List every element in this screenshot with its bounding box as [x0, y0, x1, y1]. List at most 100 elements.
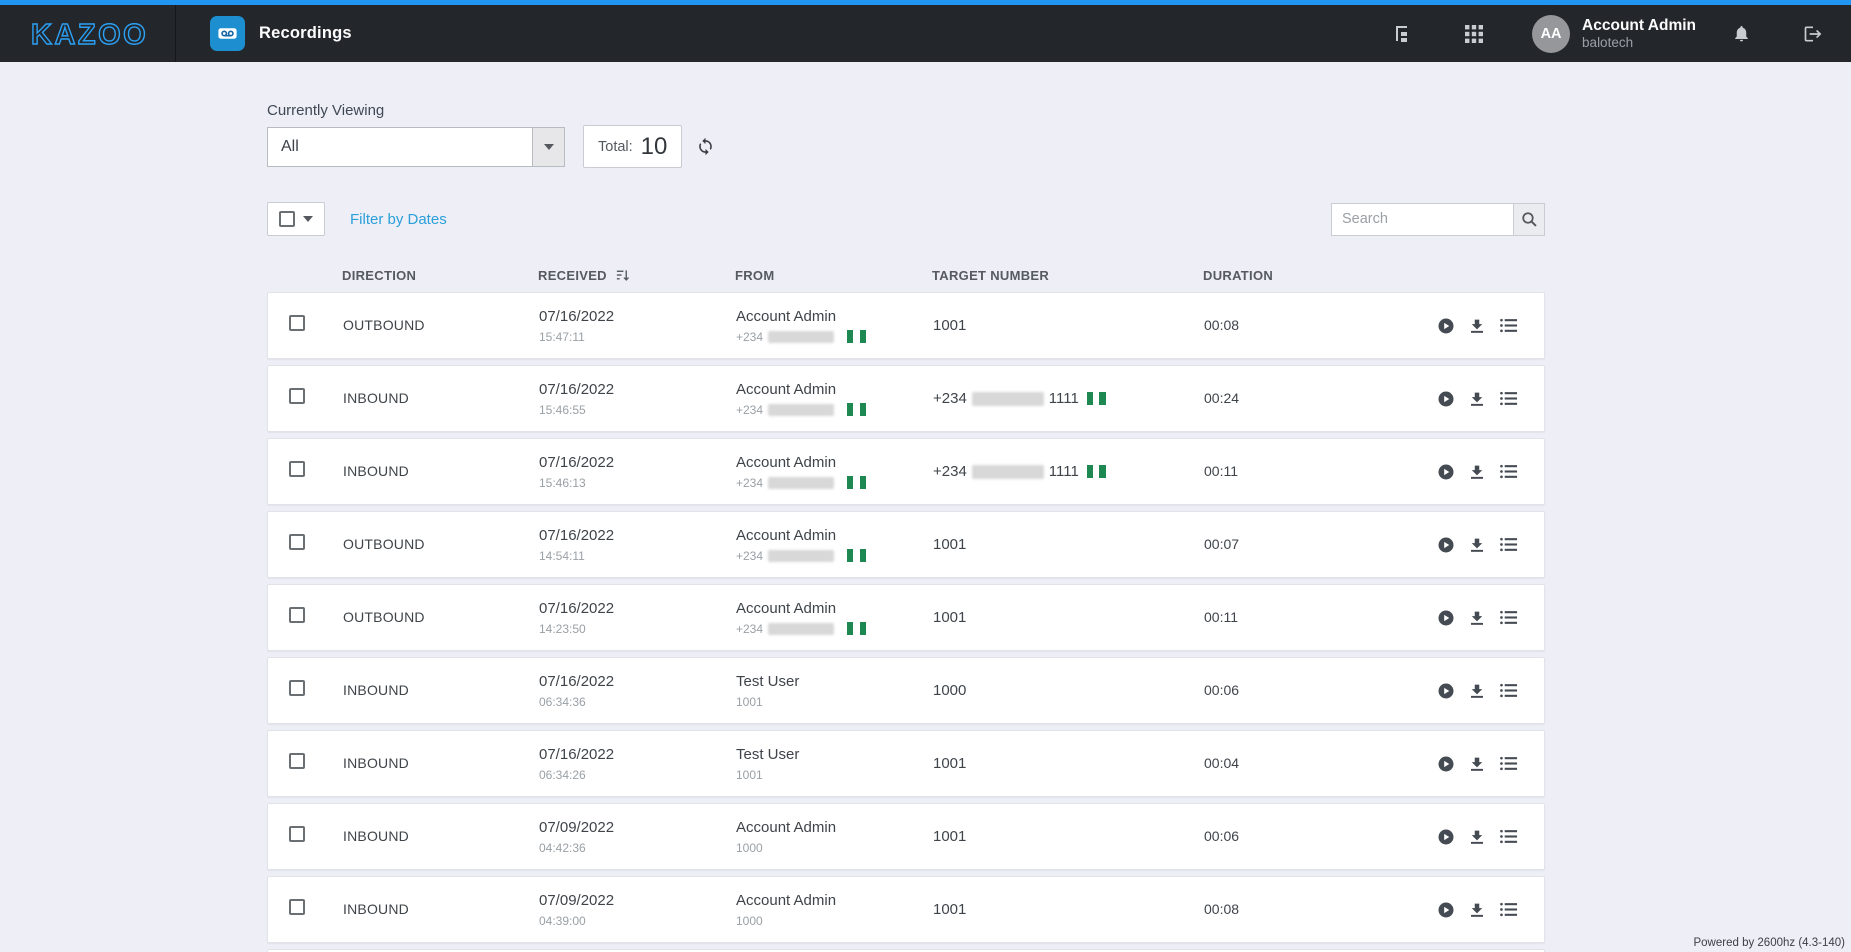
- nigeria-flag-icon: [847, 476, 866, 489]
- refresh-button[interactable]: [696, 137, 715, 159]
- bell-icon: [1732, 24, 1751, 43]
- recordings-app-icon: [210, 16, 245, 51]
- from-name: Account Admin: [736, 600, 933, 617]
- play-recording-button[interactable]: [1437, 754, 1455, 773]
- received-time: 04:42:36: [539, 841, 736, 855]
- row-checkbox[interactable]: [289, 315, 305, 331]
- column-header-duration: DURATION: [1203, 268, 1417, 283]
- search-icon: [1521, 211, 1538, 228]
- row-checkbox[interactable]: [289, 826, 305, 842]
- download-icon: [1468, 463, 1486, 481]
- list-icon: [1499, 535, 1518, 554]
- column-header-direction: DIRECTION: [342, 268, 538, 283]
- nigeria-flag-icon: [847, 549, 866, 562]
- details-button[interactable]: [1499, 754, 1518, 773]
- navbar: KAZOO Recordings: [0, 5, 1851, 62]
- details-button[interactable]: [1499, 535, 1518, 554]
- column-header-received: RECEIVED: [538, 268, 607, 283]
- currently-viewing-select[interactable]: All: [267, 127, 565, 167]
- row-checkbox[interactable]: [289, 388, 305, 404]
- nigeria-flag-icon: [847, 403, 866, 416]
- play-recording-button[interactable]: [1437, 608, 1455, 627]
- select-all-checkbox[interactable]: [279, 211, 295, 227]
- direction-value: OUTBOUND: [343, 609, 425, 625]
- play-recording-button[interactable]: [1437, 535, 1455, 554]
- from-number: +234: [736, 330, 763, 344]
- user-menu[interactable]: AA Account Admin balotech: [1510, 15, 1706, 53]
- download-recording-button[interactable]: [1468, 389, 1486, 408]
- download-recording-button[interactable]: [1468, 316, 1486, 335]
- details-button[interactable]: [1499, 608, 1518, 627]
- total-label: Total:: [598, 139, 633, 155]
- play-icon: [1437, 755, 1455, 773]
- play-recording-button[interactable]: [1437, 389, 1455, 408]
- row-checkbox[interactable]: [289, 461, 305, 477]
- download-recording-button[interactable]: [1468, 827, 1486, 846]
- download-recording-button[interactable]: [1468, 900, 1486, 919]
- row-checkbox[interactable]: [289, 534, 305, 550]
- play-icon: [1437, 609, 1455, 627]
- duration-value: 00:11: [1204, 463, 1238, 479]
- details-button[interactable]: [1499, 900, 1518, 919]
- nigeria-flag-icon: [847, 622, 866, 635]
- received-date: 07/16/2022: [539, 454, 736, 471]
- account-hierarchy-button[interactable]: [1366, 5, 1438, 62]
- from-name: Test User: [736, 673, 933, 690]
- from-name: Account Admin: [736, 381, 933, 398]
- table-row: INBOUND 07/09/2022 04:42:36 Account Admi…: [267, 803, 1545, 870]
- received-time: 14:54:11: [539, 549, 736, 563]
- download-recording-button[interactable]: [1468, 681, 1486, 700]
- filter-by-dates-link[interactable]: Filter by Dates: [350, 211, 447, 228]
- search-input[interactable]: [1331, 203, 1513, 236]
- play-icon: [1437, 536, 1455, 554]
- play-recording-button[interactable]: [1437, 462, 1455, 481]
- play-recording-button[interactable]: [1437, 681, 1455, 700]
- row-checkbox[interactable]: [289, 680, 305, 696]
- details-button[interactable]: [1499, 462, 1518, 481]
- play-icon: [1437, 317, 1455, 335]
- play-icon: [1437, 828, 1455, 846]
- select-dropdown-button[interactable]: [532, 128, 564, 166]
- download-recording-button[interactable]: [1468, 608, 1486, 627]
- play-recording-button[interactable]: [1437, 827, 1455, 846]
- play-recording-button[interactable]: [1437, 900, 1455, 919]
- chevron-down-icon: [544, 144, 554, 150]
- download-recording-button[interactable]: [1468, 754, 1486, 773]
- list-icon: [1499, 316, 1518, 335]
- details-button[interactable]: [1499, 389, 1518, 408]
- redacted-number: [768, 550, 834, 562]
- apps-button[interactable]: [1438, 5, 1510, 62]
- details-button[interactable]: [1499, 316, 1518, 335]
- play-recording-button[interactable]: [1437, 316, 1455, 335]
- received-date: 07/16/2022: [539, 527, 736, 544]
- row-checkbox[interactable]: [289, 607, 305, 623]
- user-name: Account Admin: [1582, 16, 1696, 35]
- search-button[interactable]: [1513, 203, 1545, 236]
- row-checkbox[interactable]: [289, 899, 305, 915]
- select-all-dropdown[interactable]: [267, 202, 325, 236]
- kazoo-logo[interactable]: KAZOO: [0, 5, 176, 62]
- duration-value: 00:07: [1204, 536, 1239, 552]
- chevron-down-icon: [303, 216, 313, 222]
- currently-viewing-value: All: [281, 138, 299, 156]
- table-header-row: DIRECTION RECEIVED FROM TARGET NUMBER DU…: [267, 260, 1545, 290]
- logout-button[interactable]: [1777, 5, 1833, 62]
- currently-viewing-label: Currently Viewing: [267, 102, 1545, 119]
- details-button[interactable]: [1499, 827, 1518, 846]
- received-date: 07/16/2022: [539, 600, 736, 617]
- from-name: Account Admin: [736, 454, 933, 471]
- details-button[interactable]: [1499, 681, 1518, 700]
- notifications-button[interactable]: [1706, 5, 1777, 62]
- download-icon: [1468, 609, 1486, 627]
- direction-value: INBOUND: [343, 390, 409, 406]
- duration-value: 00:11: [1204, 609, 1238, 625]
- from-number: 1001: [736, 695, 763, 709]
- sort-received-button[interactable]: [615, 268, 630, 283]
- row-checkbox[interactable]: [289, 753, 305, 769]
- download-recording-button[interactable]: [1468, 462, 1486, 481]
- download-recording-button[interactable]: [1468, 535, 1486, 554]
- play-icon: [1437, 901, 1455, 919]
- target-number-suffix: 1111: [1049, 463, 1079, 480]
- direction-value: INBOUND: [343, 901, 409, 917]
- from-number: +234: [736, 549, 763, 563]
